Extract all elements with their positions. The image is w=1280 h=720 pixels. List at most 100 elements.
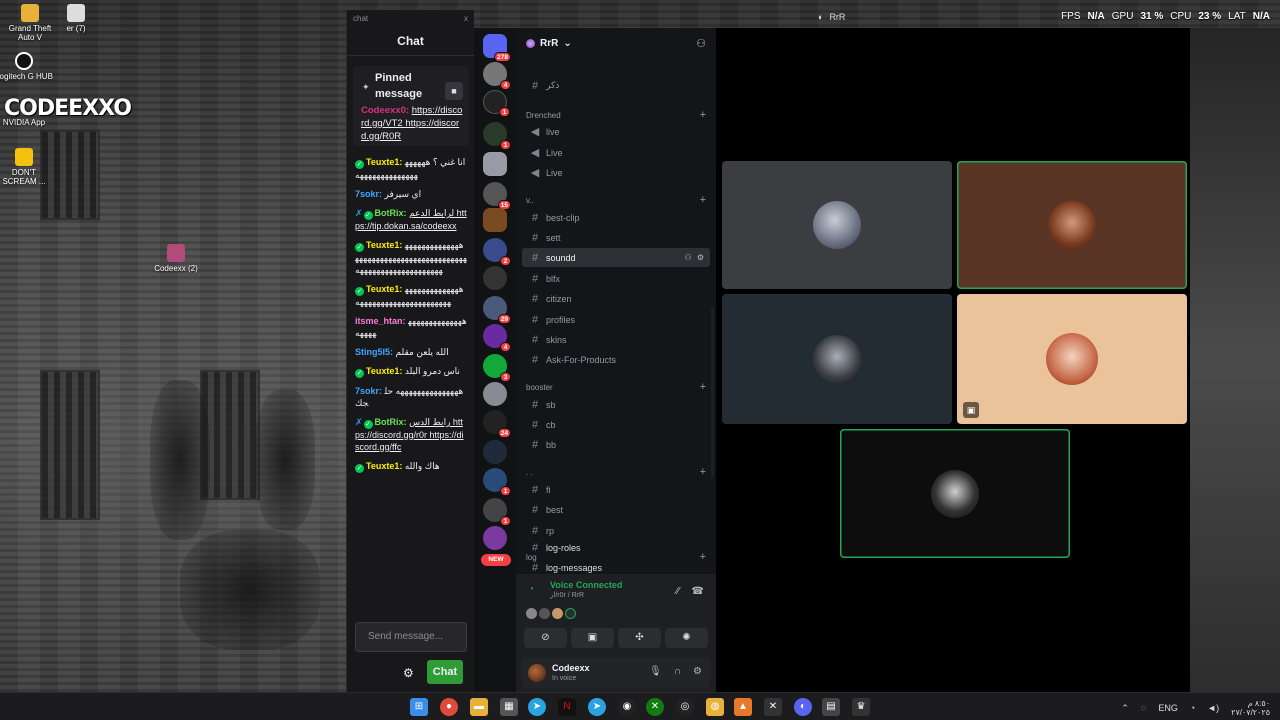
server-icon[interactable]: 15: [483, 182, 511, 210]
username[interactable]: Codeexx: [552, 663, 590, 673]
channel-item[interactable]: # fi: [522, 480, 710, 499]
desktop-icon-er[interactable]: er (7): [46, 4, 106, 33]
participant-tile[interactable]: ▣: [957, 294, 1187, 424]
plus-icon[interactable]: +: [700, 110, 706, 121]
server-icon[interactable]: 4: [483, 62, 511, 90]
server-icon[interactable]: 1: [483, 122, 511, 150]
invite-icon[interactable]: ⚇: [685, 253, 692, 262]
participant-tile[interactable]: [722, 161, 952, 289]
discord-icon[interactable]: ◐: [794, 698, 812, 716]
telegram-icon[interactable]: ➤: [528, 698, 546, 716]
new-servers-badge[interactable]: NEW: [481, 554, 511, 566]
clock[interactable]: ٨:٥٠ م ٢٧/٠٧/٢٠٢٥: [1231, 699, 1270, 717]
channel-item[interactable]: # skins: [522, 330, 710, 349]
pinned-message[interactable]: ✦ Pinned message ■ Codeexx0: https://dis…: [353, 66, 469, 146]
microphone-icon[interactable]: 🎙︎: [649, 666, 662, 677]
app-icon[interactable]: ▲: [734, 698, 752, 716]
channel-item[interactable]: ◀ Live: [522, 163, 710, 182]
channel-item[interactable]: ◀ Live: [522, 143, 710, 162]
volume-icon[interactable]: ◄): [1207, 703, 1219, 713]
channel-item[interactable]: # bb: [522, 435, 710, 454]
server-icon[interactable]: [483, 440, 507, 464]
channel-item[interactable]: # cb: [522, 415, 710, 434]
desktop-icon-codeexx[interactable]: Codeexx (2): [146, 244, 206, 273]
netflix-icon[interactable]: N: [558, 698, 576, 716]
gear-icon[interactable]: ⚙: [693, 666, 702, 677]
disconnect-icon[interactable]: ☎: [692, 586, 704, 597]
server-icon[interactable]: 29: [483, 296, 511, 324]
chat-message-list[interactable]: ✓ Teuxte1: انا غني ؟ هههههههههههههههههههه…: [355, 156, 467, 616]
avatar[interactable]: [528, 664, 546, 682]
language-indicator[interactable]: ENG: [1158, 703, 1178, 713]
server-icon[interactable]: 1: [483, 468, 511, 496]
channel-item-active[interactable]: # soundd ⚇ ⚙: [522, 248, 710, 267]
category-v[interactable]: v.. +: [526, 195, 706, 206]
windows-start-icon[interactable]: ⊞: [410, 698, 428, 716]
channel-item[interactable]: # log-roles: [522, 538, 710, 557]
obs-icon[interactable]: ◉: [618, 698, 636, 716]
channel-item[interactable]: # sett: [522, 228, 710, 247]
channel-item[interactable]: # profiles: [522, 310, 710, 329]
category-dots[interactable]: . . +: [526, 467, 706, 478]
channel-item[interactable]: # citizen: [522, 289, 710, 308]
plus-icon[interactable]: +: [700, 382, 706, 393]
desktop-icon-nvidia[interactable]: NVIDIA App: [0, 118, 54, 127]
server-icon[interactable]: 1: [483, 90, 510, 117]
category-booster[interactable]: booster +: [526, 382, 706, 393]
xbox-icon[interactable]: ✕: [646, 698, 664, 716]
server-icon[interactable]: [483, 208, 507, 232]
participant-tile-speaking[interactable]: [840, 429, 1070, 558]
server-icon[interactable]: 24: [483, 410, 511, 438]
channel-item[interactable]: # sb: [522, 395, 710, 414]
channel-item[interactable]: # blfx: [522, 269, 710, 288]
channel-item[interactable]: # ذكر: [522, 76, 710, 95]
plus-icon[interactable]: +: [700, 195, 706, 206]
channel-item[interactable]: # Ask-For-Products: [522, 350, 710, 369]
channel-list[interactable]: # ذكر Drenched + ◀ live ◀ Live ◀ Live v.. + # b…: [516, 54, 716, 574]
noise-suppression-icon[interactable]: ⁄⁄: [676, 586, 679, 597]
chat-send-button[interactable]: Chat: [427, 660, 463, 684]
server-icon[interactable]: 4: [483, 324, 511, 352]
server-icon[interactable]: 1: [483, 498, 511, 526]
gear-icon[interactable]: ⚙: [403, 666, 417, 680]
app-icon[interactable]: ▤: [822, 698, 840, 716]
camera-off-button[interactable]: ⊘: [524, 628, 567, 648]
server-icon[interactable]: [483, 266, 507, 290]
gear-icon[interactable]: ⚙: [697, 253, 704, 262]
app-icon[interactable]: ✕: [764, 698, 782, 716]
server-icon[interactable]: [483, 152, 507, 176]
soundboard-button[interactable]: ✺: [665, 628, 708, 648]
channel-item[interactable]: ◀ live: [522, 122, 710, 141]
participant-tile[interactable]: [722, 294, 952, 424]
channel-scrollbar[interactable]: [711, 308, 714, 478]
plus-icon[interactable]: +: [700, 467, 706, 478]
store-icon[interactable]: ▦: [500, 698, 518, 716]
activities-button[interactable]: ✣: [618, 628, 661, 648]
desktop-icon-dont-scream[interactable]: DON'T SCREAM ...: [0, 148, 54, 186]
app-icon[interactable]: ♛: [852, 698, 870, 716]
server-icon[interactable]: [483, 382, 507, 406]
home-icon[interactable]: 278: [483, 34, 511, 62]
lock-icon[interactable]: ■: [445, 82, 463, 100]
network-icon[interactable]: ◌: [1141, 703, 1146, 713]
channel-item[interactable]: # best: [522, 500, 710, 519]
telegram-icon[interactable]: ➤: [588, 698, 606, 716]
wifi-icon[interactable]: ◔: [1190, 703, 1195, 713]
add-friend-icon[interactable]: ⚇: [696, 37, 706, 50]
github-icon[interactable]: ◎: [676, 698, 694, 716]
chrome-icon[interactable]: ●: [440, 698, 458, 716]
chevron-up-icon[interactable]: ⌃: [1121, 703, 1129, 714]
file-explorer-icon[interactable]: ▬: [470, 698, 488, 716]
desktop-icon-logitech[interactable]: Logitech G HUB: [0, 52, 54, 81]
screen-share-button[interactable]: ▣: [571, 628, 614, 648]
participant-tile-speaking[interactable]: [957, 161, 1187, 289]
channel-item[interactable]: # best-clip: [522, 208, 710, 227]
server-icon[interactable]: 3: [483, 354, 511, 382]
app-icon[interactable]: ◍: [706, 698, 724, 716]
server-icon[interactable]: 2: [483, 238, 511, 266]
chat-message-input[interactable]: Send message...: [355, 622, 467, 652]
category-drenched[interactable]: Drenched +: [526, 110, 706, 121]
close-icon[interactable]: x: [464, 14, 468, 23]
server-icon[interactable]: [483, 526, 507, 550]
headphones-icon[interactable]: ∩: [674, 666, 681, 677]
